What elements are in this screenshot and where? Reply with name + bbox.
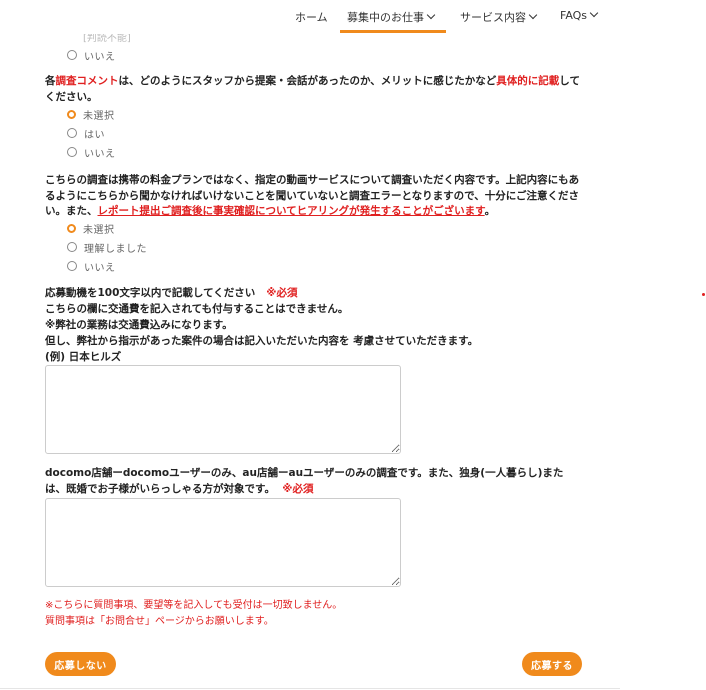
question-comment-text: 各調査コメントは、どのようにスタッフから提案・会話があったのか、メリットに感じた… — [45, 74, 585, 105]
radio-option-confirm-no[interactable]: いいえ — [67, 259, 116, 274]
motive-label-text: 応募動機を100文字以内で記載してください — [45, 287, 256, 299]
required-mark: ※必須 — [266, 287, 298, 299]
nav-active-underline — [340, 30, 446, 33]
radio-label: 未選択 — [83, 224, 115, 236]
docomo-textarea[interactable] — [45, 498, 401, 587]
chevron-down-icon — [426, 10, 436, 20]
top-navbar: ホーム 募集中のお仕事 サービス内容 FAQs — [0, 0, 706, 34]
motive-example: (例) 日本ヒルズ — [45, 351, 122, 363]
question-text-part: 各 — [45, 75, 56, 87]
radio-label: 理解しました — [84, 243, 147, 255]
motive-textarea[interactable] — [45, 365, 401, 454]
nav-jobs-label: 募集中のお仕事 — [347, 11, 424, 24]
question-highlight: 具体的に記載 — [496, 75, 560, 87]
apply-button[interactable]: 応募する — [522, 652, 582, 676]
radio-option-comment-yes[interactable]: はい — [67, 126, 105, 141]
radio-label: いいえ — [84, 148, 116, 160]
question-highlight: 調査コメント — [55, 75, 119, 87]
question-text-part: は、どのようにスタッフから提案・会話があったのか、メリットに感じたかなど — [118, 75, 497, 87]
notice-contact-page: 質問事項は「お問合せ」ページからお願いします。 — [45, 616, 274, 627]
radio-label: はい — [84, 129, 105, 141]
radio-option-comment-unselected[interactable]: 未選択 — [67, 107, 115, 122]
docomo-question-text: docomo店舗ーdocomoユーザーのみ、au店舗ーauユーザーのみの調査です… — [45, 466, 580, 497]
nav-home-link[interactable]: ホーム — [295, 9, 328, 25]
radio-button[interactable] — [67, 261, 77, 271]
radio-label: 未選択 — [83, 110, 115, 122]
nav-faqs-link[interactable]: FAQs — [560, 8, 599, 22]
nav-home-label: ホーム — [295, 11, 328, 24]
radio-button-selected[interactable] — [67, 223, 76, 233]
required-mark: ※必須 — [282, 482, 314, 495]
notice-no-questions: ※こちらに質問事項、要望等を記入しても受付は一切致しません。 — [45, 600, 343, 611]
nav-jobs-link[interactable]: 募集中のお仕事 — [347, 9, 436, 25]
radio-option-prev-no[interactable]: いいえ — [67, 48, 116, 63]
radio-option-confirm-understood[interactable]: 理解しました — [67, 240, 147, 255]
decline-button[interactable]: 応募しない — [45, 652, 116, 676]
motive-label: 応募動機を100文字以内で記載してください ※必須 — [45, 286, 297, 300]
nav-services-link[interactable]: サービス内容 — [460, 9, 538, 25]
question-confirm-text: こちらの調査は携帯の料金プランではなく、指定の動画サービスについて調査いただく内… — [45, 173, 580, 220]
motive-note-exception: 但し、弊社から指示があった案件の場合は記入いただいた内容を 考慮させていただきま… — [45, 335, 479, 347]
radio-button[interactable] — [67, 242, 77, 252]
nav-services-label: サービス内容 — [460, 11, 526, 24]
chevron-down-icon — [528, 10, 538, 20]
radio-label: いいえ — [84, 262, 116, 274]
radio-button-selected[interactable] — [67, 109, 76, 119]
radio-button[interactable] — [67, 147, 77, 157]
radio-option-confirm-unselected[interactable]: 未選択 — [67, 221, 115, 236]
question-highlight: レポート提出ご調査後に事実確認についてヒアリングが発生することがございます — [97, 205, 485, 217]
radio-label: いいえ — [84, 51, 116, 63]
radio-option-comment-no[interactable]: いいえ — [67, 145, 116, 160]
motive-note-transport: こちらの欄に交通費を記入されても付与することはできません。 — [45, 303, 349, 315]
question-text-part: 。 — [484, 205, 496, 217]
radio-button[interactable] — [67, 128, 77, 138]
bottom-divider — [0, 688, 620, 689]
chevron-down-icon — [589, 8, 599, 18]
motive-note-included: ※弊社の業務は交通費込みになります。 — [45, 319, 233, 331]
radio-button[interactable] — [67, 50, 77, 60]
nav-faqs-label: FAQs — [560, 9, 588, 22]
stray-red-dot — [702, 293, 705, 296]
